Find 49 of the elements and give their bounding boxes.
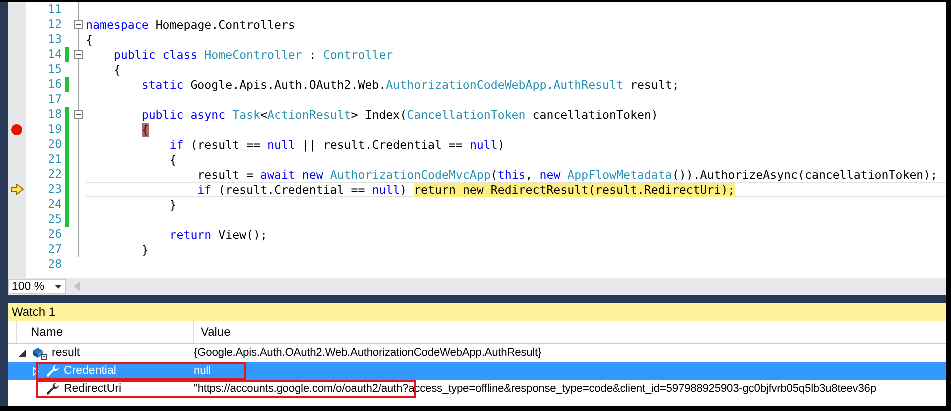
line-number: 19 [47, 122, 62, 137]
watch-name: RedirectUri [64, 383, 122, 395]
code-line: if (result == null || result.Credential == null) [168, 138, 505, 152]
column-header[interactable]: Value [194, 321, 946, 343]
code-line: } [168, 198, 177, 212]
code-line: if (result.Credential == null) return new RedirectResult(result.RedirectUri); [196, 182, 736, 196]
watch-value: null [194, 365, 211, 377]
line-number: 12 [47, 17, 62, 32]
column-header[interactable]: Name [16, 321, 194, 343]
line-number: 14 [47, 47, 62, 62]
watch-name: Credential [64, 365, 116, 377]
collapse-arrow-icon[interactable] [18, 350, 26, 356]
line-number: 23 [47, 182, 62, 197]
line-number: 22 [47, 167, 62, 182]
line-number: 18 [47, 107, 62, 122]
line-number: 13 [47, 32, 62, 47]
line-number: 11 [47, 2, 62, 17]
watch-row[interactable]: result {Google.Apis.Auth.OAuth2.Web.AuthorizationCodeWebApp.AuthResult} [8, 344, 946, 362]
breakpoint-icon[interactable] [11, 124, 23, 136]
line-number: 28 [47, 257, 62, 272]
code-line: { [168, 152, 177, 166]
line-number: 17 [47, 92, 62, 107]
zoom-dropdown[interactable]: 100 % [8, 279, 66, 294]
code-line: static Google.Apis.Auth.OAuth2.Web.AuthorizationCodeWebApp.AuthResult result; [140, 78, 680, 92]
line-number: 21 [47, 152, 62, 167]
caret-icon [55, 284, 62, 288]
collapse-icon[interactable] [74, 50, 83, 59]
code-line: namespace Homepage.Controllers [86, 18, 296, 32]
panel-title: Watch 1 [8, 303, 946, 321]
line-number: 27 [47, 242, 62, 257]
line-number: 16 [47, 77, 62, 92]
code-line: { [112, 62, 121, 76]
collapse-icon[interactable] [74, 110, 83, 119]
code-line: public class HomeController : Controller [112, 48, 394, 62]
code-line: public async Task<ActionResult> Index(CancellationToken cancellationToken) [140, 108, 658, 122]
code-line: return View(); [168, 228, 268, 242]
watch-value: {Google.Apis.Auth.OAuth2.Web.AuthorizationCodeWebApp.AuthResult} [194, 347, 542, 359]
line-number: 26 [47, 227, 62, 242]
collapse-icon[interactable] [74, 20, 83, 29]
code-line: result = await new AuthorizationCodeMvcApp(this, new AppFlowMetadata()).AuthorizeAsync(cancellationToken); [196, 168, 938, 182]
expand-arrow-icon[interactable] [33, 366, 39, 376]
code-editor[interactable] [8, 2, 946, 278]
line-number: 24 [47, 197, 62, 212]
line-number: 25 [47, 212, 62, 227]
code-line: { [86, 32, 93, 46]
code-line: } [140, 242, 149, 256]
watch-name: result [52, 347, 80, 359]
line-number: 15 [47, 62, 62, 77]
line-number: 20 [47, 137, 62, 152]
